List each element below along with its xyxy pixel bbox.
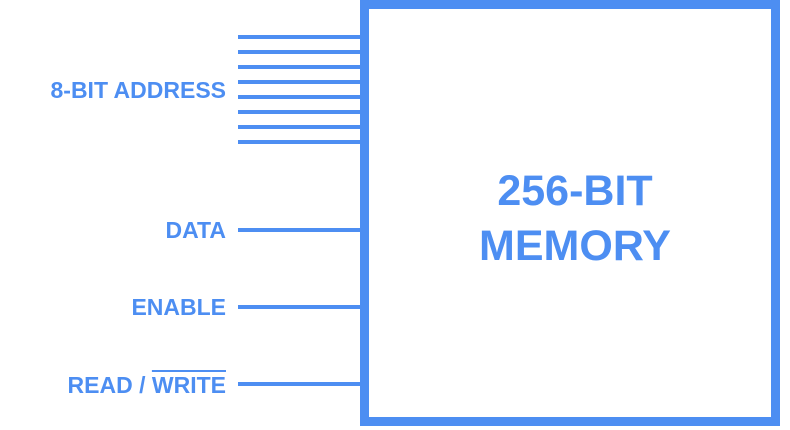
enable-label: ENABLE <box>131 294 226 320</box>
memory-type-label: MEMORY <box>479 222 671 270</box>
memory-block-label: 256-BIT MEMORY <box>360 164 790 274</box>
address-bus <box>238 35 360 144</box>
write-label: WRITE <box>151 372 226 398</box>
data-label: DATA <box>165 217 226 243</box>
address-label: 8-BIT ADDRESS <box>50 77 227 103</box>
read-label: READ / <box>67 372 152 398</box>
read-write-label: READ / WRITE <box>68 374 226 397</box>
memory-size-label: 256-BIT <box>497 167 653 215</box>
